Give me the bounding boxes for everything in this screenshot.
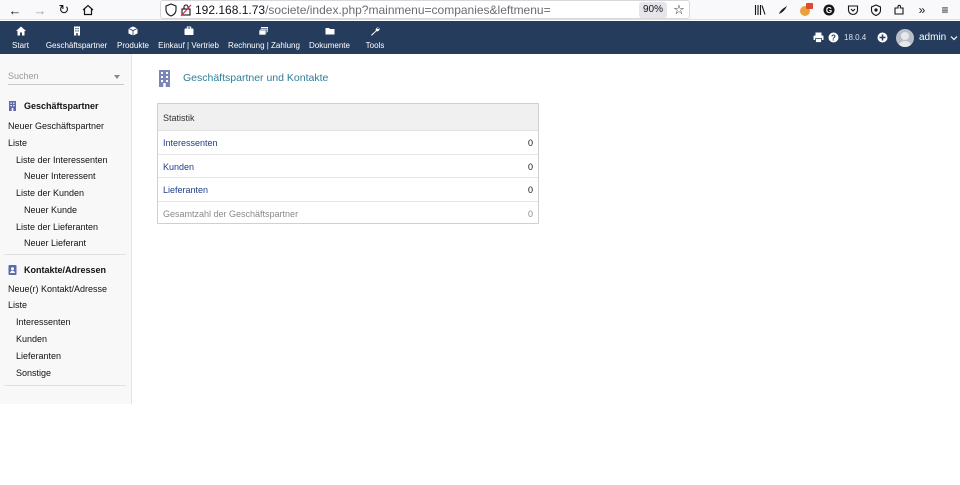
topmenu-rechnung-zahlung[interactable]: Rechnung | Zahlung	[226, 21, 302, 54]
sidebar-item-neuer-geschaeftspartner[interactable]: Neuer Geschäftspartner	[8, 121, 104, 131]
svg-text:?: ?	[831, 34, 836, 43]
page-title: Geschäftspartner und Kontakte	[183, 72, 329, 84]
table-row: Kunden 0	[158, 155, 538, 178]
left-sidebar: Suchen Geschäftspartner Neuer Geschäftsp…	[0, 54, 132, 404]
topmenu-label: Geschäftspartner	[45, 41, 108, 50]
extension-brush-icon[interactable]	[775, 2, 791, 18]
sidebar-section-title: Kontakte/Adressen	[24, 265, 107, 275]
table-row-total: Gesamtzahl der Geschäftspartner 0	[158, 202, 538, 226]
statistics-table: Statistik Interessenten 0 Kunden 0 Liefe…	[157, 103, 539, 224]
shield-extension-icon[interactable]	[868, 2, 884, 18]
avatar[interactable]	[896, 28, 914, 47]
chevron-down-icon	[950, 35, 958, 40]
topmenu-label: Dokumente	[309, 41, 350, 50]
svg-text:G: G	[826, 6, 832, 15]
library-icon[interactable]	[752, 2, 768, 18]
browser-toolbar: ← → ↻ 192.168.1.73/societe/index.php?mai…	[0, 0, 960, 20]
briefcase-icon	[157, 26, 220, 40]
table-row: Lieferanten 0	[158, 178, 538, 202]
chevron-down-icon	[114, 75, 120, 79]
home-icon	[10, 26, 31, 40]
cube-icon	[115, 26, 151, 40]
building-icon	[44, 26, 109, 40]
topmenu-label: Einkauf | Vertrieb	[158, 41, 219, 50]
help-icon[interactable]: ?	[828, 21, 839, 54]
table-row: Interessenten 0	[158, 131, 538, 155]
stats-link-interessenten[interactable]: Interessenten	[163, 138, 218, 148]
reload-icon[interactable]: ↻	[55, 1, 73, 19]
forward-icon[interactable]: →	[31, 1, 49, 19]
sidebar-item-liste-interessenten[interactable]: Liste der Interessenten	[16, 155, 108, 165]
url-host: 192.168.1.73	[195, 3, 266, 17]
sidebar-item-kontakte-lieferanten[interactable]: Lieferanten	[16, 351, 61, 361]
sidebar-section-title: Geschäftspartner	[24, 101, 99, 111]
user-name: admin	[919, 32, 947, 43]
overflow-chevrons-icon[interactable]: »	[914, 2, 930, 18]
stats-total-value: 0	[527, 208, 533, 219]
topmenu-produkte[interactable]: Produkte	[115, 21, 151, 54]
search-placeholder: Suchen	[8, 71, 39, 81]
sidebar-item-neuer-lieferant[interactable]: Neuer Lieferant	[24, 238, 86, 248]
version-label: 18.0.4	[844, 33, 867, 42]
stats-link-lieferanten[interactable]: Lieferanten	[163, 185, 208, 195]
tracking-shield-icon[interactable]	[165, 3, 177, 17]
sidebar-item-liste[interactable]: Liste	[8, 138, 27, 148]
extensions-puzzle-icon[interactable]	[891, 2, 907, 18]
sidebar-section-geschaeftspartner[interactable]: Geschäftspartner	[8, 101, 99, 111]
top-menu-bar: Start Geschäftspartner Produkte Einkauf …	[0, 21, 960, 54]
stats-link-kunden[interactable]: Kunden	[163, 162, 194, 172]
statistics-header: Statistik	[158, 104, 538, 131]
topmenu-label: Start	[12, 41, 29, 50]
topmenu-tools[interactable]: Tools	[364, 21, 386, 54]
sidebar-divider	[4, 254, 126, 255]
pocket-icon[interactable]	[845, 2, 861, 18]
folder-icon	[307, 26, 352, 40]
home-icon[interactable]	[79, 1, 97, 19]
zoom-badge[interactable]: 90%	[639, 2, 667, 18]
print-icon[interactable]	[813, 21, 824, 54]
quick-add-icon[interactable]	[877, 21, 888, 54]
address-card-icon	[8, 265, 17, 275]
extension-g-icon[interactable]: G	[821, 2, 837, 18]
stats-total-label: Gesamtzahl der Geschäftspartner	[163, 208, 299, 219]
stats-value: 0	[527, 161, 533, 172]
sidebar-item-kontakte-sonstige[interactable]: Sonstige	[16, 368, 51, 378]
search-select[interactable]: Suchen	[8, 70, 124, 85]
sidebar-item-neuer-interessent[interactable]: Neuer Interessent	[24, 171, 96, 181]
stats-value: 0	[527, 185, 533, 195]
money-icon	[226, 26, 302, 40]
topmenu-label: Tools	[365, 41, 385, 50]
sidebar-item-kontakte-kunden[interactable]: Kunden	[16, 334, 47, 344]
url-bar[interactable]: 192.168.1.73/societe/index.php?mainmenu=…	[160, 0, 690, 19]
sidebar-item-kontakte-liste[interactable]: Liste	[8, 300, 27, 310]
sidebar-section-kontakte[interactable]: Kontakte/Adressen	[8, 265, 106, 275]
sidebar-divider	[4, 385, 126, 386]
topmenu-label: Rechnung | Zahlung	[228, 41, 300, 50]
extension-badge-icon[interactable]	[798, 2, 814, 18]
wrench-icon	[364, 26, 386, 40]
topmenu-label: Produkte	[116, 41, 150, 50]
url-text[interactable]: 192.168.1.73/societe/index.php?mainmenu=…	[195, 2, 551, 18]
back-icon[interactable]: ←	[6, 1, 24, 19]
topmenu-einkauf-vertrieb[interactable]: Einkauf | Vertrieb	[157, 21, 220, 54]
topmenu-start[interactable]: Start	[10, 21, 31, 54]
hamburger-menu-icon[interactable]: ≡	[937, 2, 953, 18]
sidebar-item-neuer-kunde[interactable]: Neuer Kunde	[24, 205, 77, 215]
bookmark-star-icon[interactable]: ☆	[671, 2, 687, 18]
topmenu-geschaeftspartner[interactable]: Geschäftspartner	[44, 21, 109, 54]
user-menu[interactable]: admin	[896, 21, 958, 54]
building-icon	[159, 70, 170, 87]
url-path: /societe/index.php?mainmenu=companies&le…	[265, 3, 551, 17]
sidebar-item-kontakte-interessenten[interactable]: Interessenten	[16, 317, 71, 327]
sidebar-item-liste-lieferanten[interactable]: Liste der Lieferanten	[16, 222, 98, 232]
building-icon	[9, 101, 16, 111]
sidebar-item-liste-kunden[interactable]: Liste der Kunden	[16, 188, 84, 198]
topmenu-dokumente[interactable]: Dokumente	[307, 21, 352, 54]
stats-value: 0	[527, 138, 533, 148]
sidebar-item-neuer-kontakt[interactable]: Neue(r) Kontakt/Adresse	[8, 284, 107, 294]
insecure-lock-icon[interactable]	[180, 3, 192, 17]
